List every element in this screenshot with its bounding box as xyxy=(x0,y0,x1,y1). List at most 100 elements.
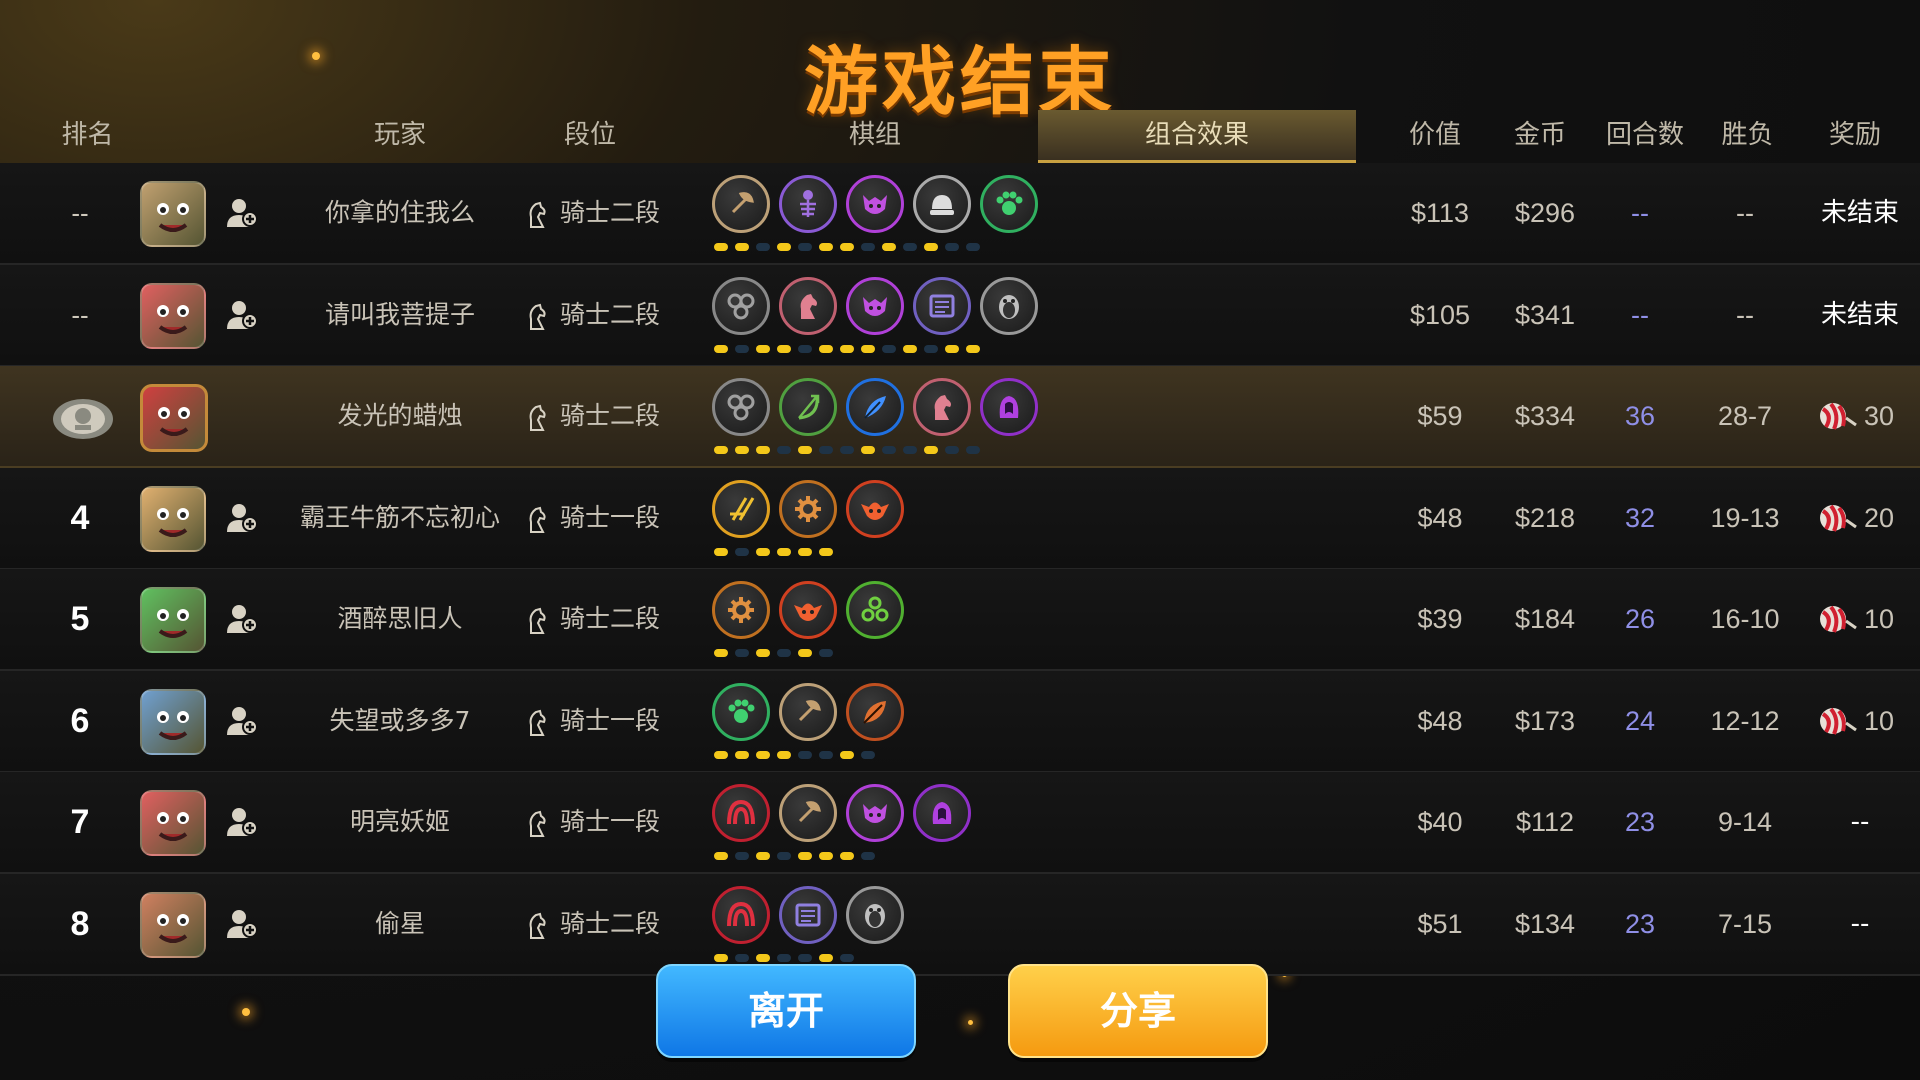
player-name[interactable]: 酒醉思旧人 xyxy=(280,569,520,669)
header-combo-tab[interactable]: 组合效果 xyxy=(1038,110,1356,163)
skeleton-icon xyxy=(791,187,825,221)
avatar[interactable] xyxy=(140,587,206,653)
knight-icon xyxy=(925,390,959,424)
avatar[interactable] xyxy=(140,892,206,958)
synergy-pip xyxy=(777,243,791,251)
table-row[interactable]: 4 霸王牛筋不忘初心 骑士一段 $48 $218 32 19-13 20 xyxy=(0,468,1920,570)
synergy-pip xyxy=(945,243,959,251)
helmet-piece[interactable] xyxy=(913,175,971,233)
add-friend-icon[interactable] xyxy=(224,195,260,231)
axe-piece[interactable] xyxy=(779,784,837,842)
arch-piece[interactable] xyxy=(712,784,770,842)
paw-piece[interactable] xyxy=(980,175,1038,233)
demon-piece[interactable] xyxy=(846,277,904,335)
synergy-pip xyxy=(777,751,791,759)
axe-icon xyxy=(791,796,825,830)
player-name[interactable]: 发光的蜡烛 xyxy=(280,366,520,466)
player-name[interactable]: 霸王牛筋不忘初心 xyxy=(280,468,520,568)
synergy-pip xyxy=(756,243,770,251)
add-friend-icon[interactable] xyxy=(224,703,260,739)
goblin-piece[interactable] xyxy=(846,480,904,538)
player-name[interactable]: 失望或多多7 xyxy=(280,671,520,771)
penguin-piece[interactable] xyxy=(980,277,1038,335)
synergy-pip xyxy=(735,852,749,860)
synergy-pip xyxy=(756,345,770,353)
table-row[interactable]: 发光的蜡烛 骑士二段 $59 $334 36 28-7 30 xyxy=(0,366,1920,468)
axe-piece[interactable] xyxy=(779,683,837,741)
table-row[interactable]: -- 你拿的住我么 骑士二段 $113 $296 -- -- 未结束 xyxy=(0,163,1920,265)
blades-piece[interactable] xyxy=(712,480,770,538)
synergy-pip xyxy=(756,548,770,556)
synergy-pip xyxy=(966,345,980,353)
demon-piece[interactable] xyxy=(846,784,904,842)
piece-group xyxy=(712,874,1072,974)
synergy-pip xyxy=(840,345,854,353)
book-piece[interactable] xyxy=(913,277,971,335)
gear-cluster-piece[interactable] xyxy=(712,378,770,436)
add-friend-icon[interactable] xyxy=(224,601,260,637)
paw-piece[interactable] xyxy=(712,683,770,741)
table-row[interactable]: 6 失望或多多7 骑士一段 $48 $173 24 12-12 10 xyxy=(0,671,1920,773)
synergy-pip xyxy=(756,446,770,454)
player-name[interactable]: 偷星 xyxy=(280,874,520,974)
demon-icon xyxy=(858,796,892,830)
synergy-pip xyxy=(735,446,749,454)
avatar[interactable] xyxy=(140,384,208,452)
knight-piece[interactable] xyxy=(779,277,837,335)
synergy-pip xyxy=(735,345,749,353)
player-name[interactable]: 请叫我菩提子 xyxy=(280,265,520,365)
penguin-piece[interactable] xyxy=(846,886,904,944)
gear-cluster-piece[interactable] xyxy=(712,277,770,335)
synergy-pip xyxy=(882,243,896,251)
hood-piece[interactable] xyxy=(913,784,971,842)
synergy-progress xyxy=(714,852,882,862)
synergy-pip xyxy=(903,345,917,353)
table-row[interactable]: -- 请叫我菩提子 骑士二段 $105 $341 -- -- 未结束 xyxy=(0,265,1920,367)
avatar[interactable] xyxy=(140,486,206,552)
triad-piece[interactable] xyxy=(846,581,904,639)
reward-amount: 30 xyxy=(1864,401,1895,431)
cog-piece[interactable] xyxy=(779,480,837,538)
bow-piece[interactable] xyxy=(779,378,837,436)
hood-piece[interactable] xyxy=(980,378,1038,436)
avatar[interactable] xyxy=(140,689,206,755)
candy-reward-icon xyxy=(1820,504,1857,532)
leaf-piece[interactable] xyxy=(846,683,904,741)
add-friend-icon[interactable] xyxy=(224,297,260,333)
gear-cluster-icon xyxy=(724,289,758,323)
synergy-pip xyxy=(777,852,791,860)
synergy-pip xyxy=(756,649,770,657)
demon-piece[interactable] xyxy=(846,175,904,233)
avatar[interactable] xyxy=(140,790,206,856)
add-friend-icon[interactable] xyxy=(224,804,260,840)
leaf-icon xyxy=(858,695,892,729)
feather-piece[interactable] xyxy=(846,378,904,436)
skeleton-piece[interactable] xyxy=(779,175,837,233)
demon-icon xyxy=(858,187,892,221)
knight-piece[interactable] xyxy=(913,378,971,436)
goblin-piece[interactable] xyxy=(779,581,837,639)
player-name[interactable]: 明亮妖姬 xyxy=(280,772,520,872)
avatar[interactable] xyxy=(140,181,206,247)
synergy-pip xyxy=(966,446,980,454)
table-header: 排名 玩家 段位 棋组 组合效果 价值 金币 回合数 胜负 奖励 xyxy=(0,110,1920,163)
add-friend-icon[interactable] xyxy=(224,906,260,942)
avatar[interactable] xyxy=(140,283,206,349)
table-row[interactable]: 7 明亮妖姬 骑士一段 $40 $112 23 9-14 -- xyxy=(0,772,1920,874)
arch-piece[interactable] xyxy=(712,886,770,944)
book-piece[interactable] xyxy=(779,886,837,944)
share-button[interactable]: 分享 xyxy=(1008,964,1268,1058)
table-row[interactable]: 5 酒醉思旧人 骑士二段 $39 $184 26 16-10 10 xyxy=(0,569,1920,671)
header-pieces[interactable]: 棋组 xyxy=(790,110,960,160)
knight-rank-icon xyxy=(529,810,546,837)
player-name[interactable]: 你拿的住我么 xyxy=(280,163,520,263)
cog-piece[interactable] xyxy=(712,581,770,639)
leave-button[interactable]: 离开 xyxy=(656,964,916,1058)
table-row[interactable]: 8 偷星 骑士二段 $51 $134 23 7-15 -- xyxy=(0,874,1920,976)
add-friend-icon[interactable] xyxy=(224,500,260,536)
synergy-pip xyxy=(798,649,812,657)
rank-value: 7 xyxy=(70,803,90,841)
blades-icon xyxy=(724,492,758,526)
axe-piece[interactable] xyxy=(712,175,770,233)
hood-icon xyxy=(992,390,1026,424)
